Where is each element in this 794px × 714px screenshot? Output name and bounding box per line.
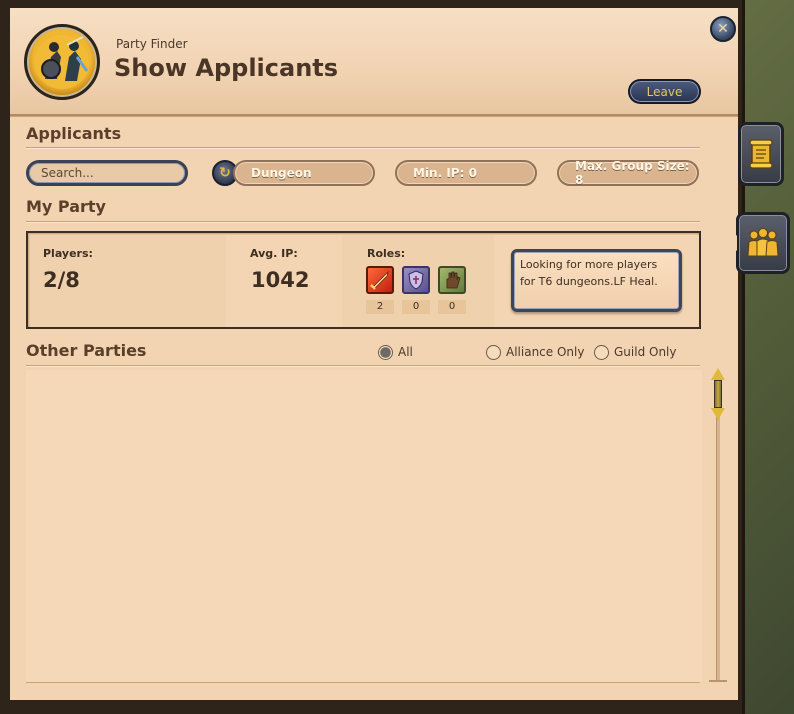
tank-count: 0: [402, 300, 430, 314]
search-input[interactable]: [26, 160, 188, 186]
party-finder-emblem: [24, 24, 100, 100]
my-party-heading: My Party: [26, 197, 106, 216]
hand-icon: [446, 271, 461, 289]
dps-role: [366, 266, 394, 294]
scrollbar-thumb[interactable]: [710, 368, 726, 424]
side-tab-scroll[interactable]: [738, 122, 784, 186]
sword-icon: [370, 270, 389, 290]
scroll-down-arrow-icon: [711, 408, 725, 420]
avg-ip-label: Avg. IP:: [250, 247, 298, 260]
radio-guild-indicator[interactable]: [594, 344, 609, 360]
close-button[interactable]: ✕: [710, 16, 736, 42]
other-parties-divider: [26, 365, 700, 366]
players-label: Players:: [43, 247, 93, 260]
healer-count: 0: [438, 300, 466, 314]
healer-role: [438, 266, 466, 294]
my-party-divider: [26, 221, 700, 222]
applicants-divider: [26, 147, 700, 148]
filter-max-group-dropdown[interactable]: Max. Group Size: 8: [557, 159, 699, 187]
scroll-icon: [749, 139, 773, 169]
filter-activity-dropdown[interactable]: Dungeon: [233, 160, 375, 186]
other-parties-heading: Other Parties: [26, 341, 147, 360]
radio-all[interactable]: All: [378, 343, 413, 361]
scrollbar-end-cap: [709, 680, 727, 682]
page-title: Show Applicants: [114, 54, 339, 82]
players-value: 2/8: [43, 268, 80, 292]
search-group: ↻: [26, 160, 238, 186]
radio-alliance-only[interactable]: Alliance Only: [486, 343, 584, 361]
side-tab-party[interactable]: [736, 212, 790, 274]
bottom-frame: [10, 700, 738, 708]
roles-label: Roles:: [367, 247, 406, 260]
window-subtitle: Party Finder: [116, 37, 188, 51]
list-bottom-divider: [26, 682, 700, 683]
close-icon: ✕: [717, 21, 729, 37]
radio-alliance-label: Alliance Only: [506, 345, 585, 359]
party-description-field[interactable]: Looking for more players for T6 dungeons…: [511, 249, 682, 312]
radio-all-label: All: [398, 345, 413, 359]
radio-alliance-indicator[interactable]: [486, 344, 501, 360]
other-parties-list[interactable]: [26, 370, 702, 682]
avg-ip-value: 1042: [251, 268, 310, 292]
radio-guild-label: Guild Only: [614, 345, 677, 359]
applicants-heading: Applicants: [26, 124, 122, 143]
scroll-thumb-bar: [714, 380, 722, 408]
dps-count: 2: [366, 300, 394, 314]
radio-guild-only[interactable]: Guild Only: [594, 343, 677, 361]
leave-button[interactable]: Leave: [628, 79, 701, 104]
refresh-icon: ↻: [219, 165, 231, 181]
group-icon: [747, 228, 779, 257]
warriors-icon: [35, 35, 89, 89]
active-tab-notch: [727, 235, 737, 251]
filter-min-ip-dropdown[interactable]: Min. IP: 0: [395, 160, 537, 186]
scroll-up-arrow-icon: [711, 368, 725, 380]
tank-role: [402, 266, 430, 294]
radio-all-indicator[interactable]: [378, 344, 393, 360]
shield-icon: [408, 270, 424, 290]
